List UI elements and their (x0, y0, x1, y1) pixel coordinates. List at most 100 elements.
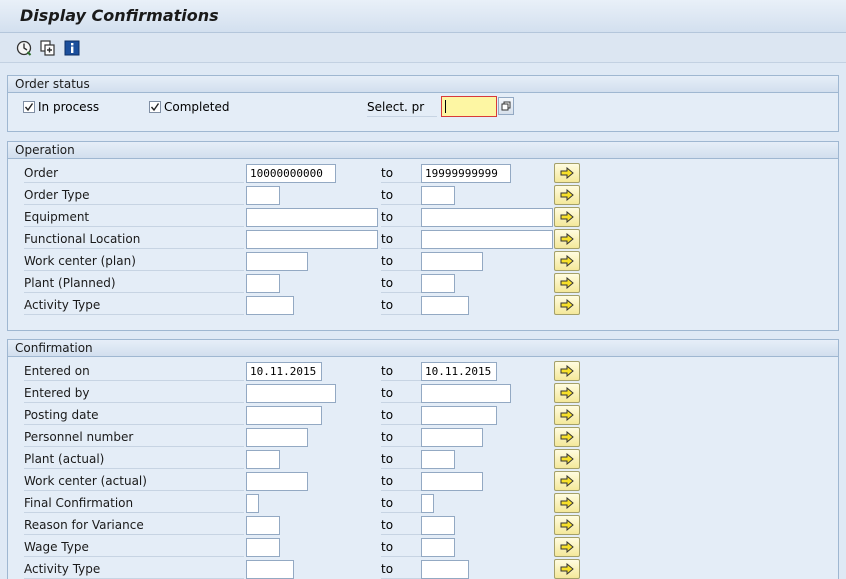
equipment-to-field[interactable] (421, 208, 553, 227)
plant-actual-from-field[interactable] (246, 450, 280, 469)
plant-planned-label: Plant (Planned) (24, 274, 244, 293)
work-center-actual-from-field[interactable] (246, 472, 308, 491)
work-center-plan-from-field[interactable] (246, 252, 308, 271)
order-to-field[interactable]: 19999999999 (421, 164, 511, 183)
work-center-actual-to-field[interactable] (421, 472, 483, 491)
plant-planned-from-field[interactable] (246, 274, 280, 293)
activity-type-plan-from-field[interactable] (246, 296, 294, 315)
entered-on-multiple-selection-button[interactable] (554, 361, 580, 381)
arrow-right-icon (560, 409, 574, 421)
in-process-checkbox[interactable] (23, 101, 35, 113)
arrow-right-icon (560, 365, 574, 377)
activity-type-actual-from-field[interactable] (246, 560, 294, 579)
to-label: to (381, 164, 421, 183)
functional-location-to-field[interactable] (421, 230, 553, 249)
multiple-selection-button[interactable] (498, 97, 514, 115)
personnel-number-to-field[interactable] (421, 428, 483, 447)
work-center-actual-multiple-selection-button[interactable] (554, 471, 580, 491)
select-pr-label: Select. pr (367, 100, 437, 117)
functional-location-multiple-selection-button[interactable] (554, 229, 580, 249)
reason-for-variance-label: Reason for Variance (24, 516, 244, 535)
equipment-from-field[interactable] (246, 208, 378, 227)
to-label: to (381, 230, 421, 249)
order-type-to-field[interactable] (421, 186, 455, 205)
work-center-plan-multiple-selection-button[interactable] (554, 251, 580, 271)
plant-actual-label: Plant (actual) (24, 450, 244, 469)
personnel-number-label: Personnel number (24, 428, 244, 447)
order-type-multiple-selection-button[interactable] (554, 185, 580, 205)
plant-actual-multiple-selection-button[interactable] (554, 449, 580, 469)
arrow-right-icon (560, 497, 574, 509)
get-variant-icon[interactable] (40, 40, 56, 56)
to-label: to (381, 384, 421, 403)
final-confirmation-to-field[interactable] (421, 494, 434, 513)
wage-type-multiple-selection-button[interactable] (554, 537, 580, 557)
work-center-plan-label: Work center (plan) (24, 252, 244, 271)
arrow-right-icon (560, 475, 574, 487)
entered-by-from-field[interactable] (246, 384, 336, 403)
wage-type-from-field[interactable] (246, 538, 280, 557)
personnel-number-multiple-selection-button[interactable] (554, 427, 580, 447)
posting-date-label: Posting date (24, 406, 244, 425)
arrow-right-icon (560, 299, 574, 311)
to-label: to (381, 560, 421, 579)
arrow-right-icon (560, 519, 574, 531)
select-pr-field[interactable] (441, 96, 497, 117)
arrow-right-icon (560, 563, 574, 575)
entered-by-multiple-selection-button[interactable] (554, 383, 580, 403)
order-type-from-field[interactable] (246, 186, 280, 205)
arrow-right-icon (560, 167, 574, 179)
personnel-number-from-field[interactable] (246, 428, 308, 447)
completed-checkbox[interactable] (149, 101, 161, 113)
order-type-label: Order Type (24, 186, 244, 205)
arrow-right-icon (560, 541, 574, 553)
to-label: to (381, 406, 421, 425)
text-cursor (445, 100, 446, 113)
entered-by-to-field[interactable] (421, 384, 511, 403)
reason-for-variance-multiple-selection-button[interactable] (554, 515, 580, 535)
activity-type-plan-to-field[interactable] (421, 296, 469, 315)
plant-actual-to-field[interactable] (421, 450, 455, 469)
work-center-actual-label: Work center (actual) (24, 472, 244, 491)
order-multiple-selection-button[interactable] (554, 163, 580, 183)
functional-location-from-field[interactable] (246, 230, 378, 249)
reason-for-variance-to-field[interactable] (421, 516, 455, 535)
page-title: Display Confirmations (20, 6, 219, 25)
plant-planned-to-field[interactable] (421, 274, 455, 293)
arrow-right-icon (560, 211, 574, 223)
arrow-right-icon (560, 189, 574, 201)
final-confirmation-multiple-selection-button[interactable] (554, 493, 580, 513)
info-icon[interactable] (64, 40, 80, 56)
application-toolbar (0, 33, 846, 63)
entered-on-to-field[interactable]: 10.11.2015 (421, 362, 497, 381)
final-confirmation-label: Final Confirmation (24, 494, 244, 513)
confirmation-header: Confirmation (8, 340, 838, 357)
to-label: to (381, 494, 421, 513)
to-label: to (381, 516, 421, 535)
to-label: to (381, 208, 421, 227)
order-from-field[interactable]: 10000000000 (246, 164, 336, 183)
posting-date-from-field[interactable] (246, 406, 322, 425)
wage-type-to-field[interactable] (421, 538, 455, 557)
arrow-right-icon (560, 431, 574, 443)
activity-type-plan-multiple-selection-button[interactable] (554, 295, 580, 315)
to-label: to (381, 274, 421, 293)
to-label: to (381, 472, 421, 491)
activity-type-actual-to-field[interactable] (421, 560, 469, 579)
entered-on-label: Entered on (24, 362, 244, 381)
work-center-plan-to-field[interactable] (421, 252, 483, 271)
activity-type-plan-label: Activity Type (24, 296, 244, 315)
entered-on-from-field[interactable]: 10.11.2015 (246, 362, 322, 381)
entered-by-label: Entered by (24, 384, 244, 403)
activity-type-actual-multiple-selection-button[interactable] (554, 559, 580, 579)
posting-date-to-field[interactable] (421, 406, 497, 425)
to-label: to (381, 362, 421, 381)
in-process-label: In process (38, 100, 100, 114)
plant-planned-multiple-selection-button[interactable] (554, 273, 580, 293)
posting-date-multiple-selection-button[interactable] (554, 405, 580, 425)
execute-icon[interactable] (16, 40, 32, 56)
reason-for-variance-from-field[interactable] (246, 516, 280, 535)
equipment-multiple-selection-button[interactable] (554, 207, 580, 227)
order-status-header: Order status (8, 76, 838, 93)
final-confirmation-from-field[interactable] (246, 494, 259, 513)
